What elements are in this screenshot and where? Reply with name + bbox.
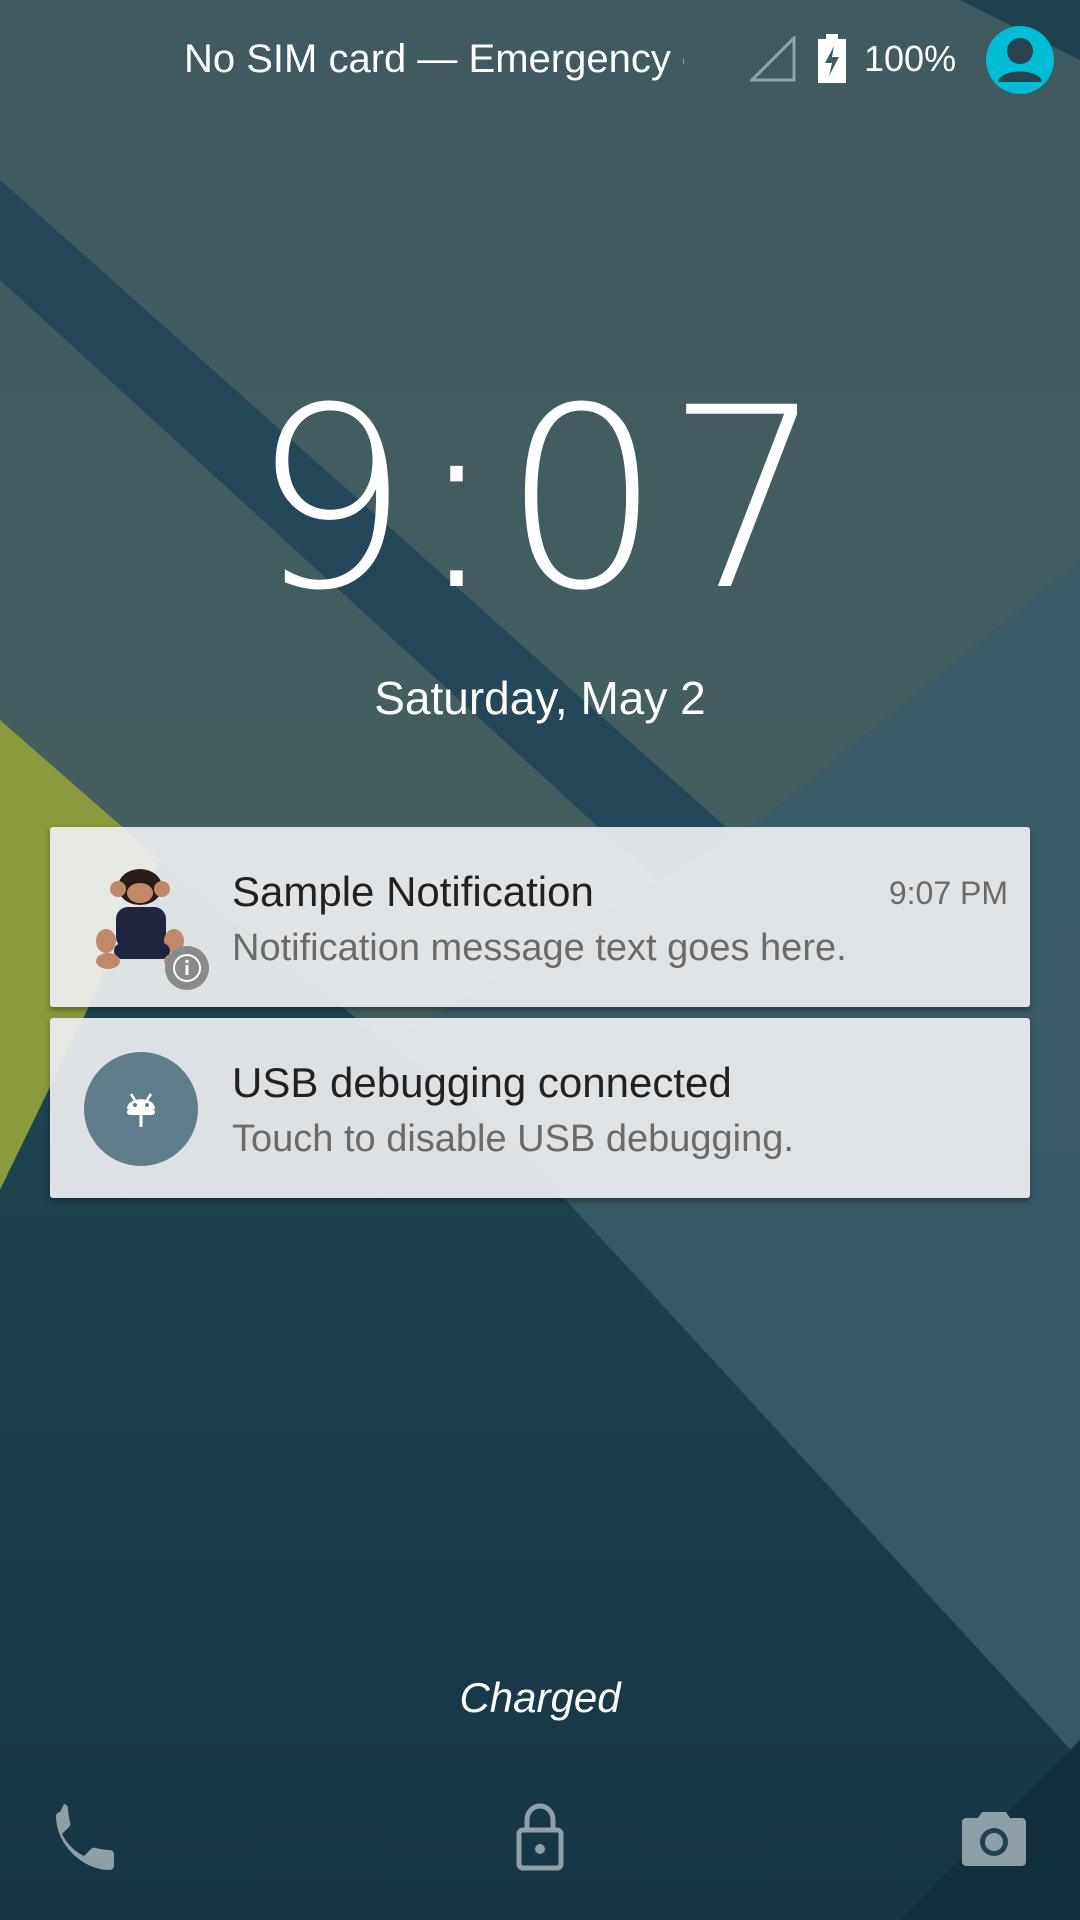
android-debug-icon-background: [84, 1052, 198, 1166]
signal-no-sim-icon: [750, 36, 796, 82]
android-debug-icon: [127, 1093, 155, 1127]
phone-icon[interactable]: [48, 1800, 120, 1872]
user-avatar-icon[interactable]: [986, 26, 1054, 94]
camera-icon[interactable]: [958, 1800, 1030, 1872]
status-bar: No SIM card — Emergency calls only 100%: [0, 0, 1080, 120]
battery-level: 100%: [864, 38, 957, 79]
date: Saturday, May 2: [374, 672, 706, 724]
notification-text: Notification message text goes here.: [232, 927, 847, 969]
notification-text: Touch to disable USB debugging.: [232, 1118, 794, 1160]
notification-time: 9:07 PM: [888, 875, 1008, 911]
lock-icon[interactable]: [504, 1800, 576, 1872]
notification-title: Sample Notification: [232, 868, 594, 915]
notification-title: USB debugging connected: [232, 1059, 732, 1106]
info-icon: [165, 946, 209, 990]
battery-charging-icon: [818, 34, 846, 83]
person-icon: [998, 38, 1042, 82]
notification-sample[interactable]: Sample Notification Notification message…: [50, 827, 1030, 1007]
notification-usb-debugging[interactable]: USB debugging connected Touch to disable…: [50, 1018, 1030, 1198]
carrier-text: No SIM card — Emergency calls only: [184, 37, 684, 81]
clock: 9:07: [251, 354, 829, 645]
charge-status: Charged: [459, 1674, 621, 1721]
lockscreen: No SIM card — Emergency calls only 100% …: [0, 0, 1080, 1920]
